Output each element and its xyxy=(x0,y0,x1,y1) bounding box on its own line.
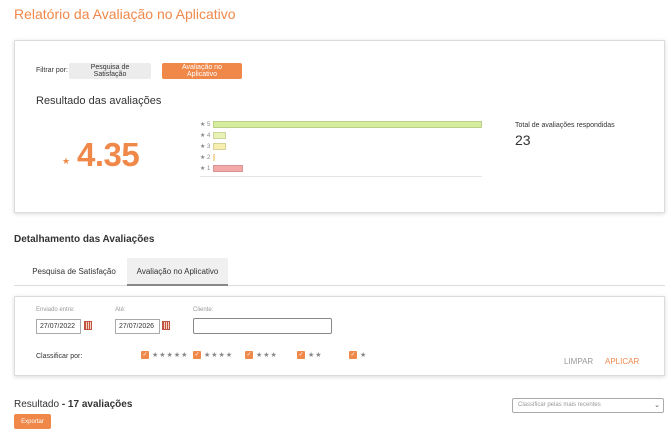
star-filter-4[interactable]: ✓ ★★★★ xyxy=(193,351,233,359)
filter-app-rating-button[interactable]: Avaliação no Aplicativo xyxy=(162,63,242,79)
rating-distribution: ★ 5 ★ 4 ★ 3 ★ 2 ★ 1 xyxy=(200,119,482,177)
distribution-row: ★ 4 xyxy=(200,130,226,141)
stars-1: ★ xyxy=(360,352,368,359)
distribution-bar xyxy=(213,132,226,139)
sort-select[interactable]: Classificar pelas mais recentes ⌄ xyxy=(512,398,664,413)
results-count: Resultado - 17 avaliações xyxy=(14,399,132,410)
calendar-icon[interactable] xyxy=(84,321,92,330)
client-label: Cliente: xyxy=(193,307,214,313)
checkbox-icon[interactable]: ✓ xyxy=(193,351,201,359)
chevron-down-icon: ⌄ xyxy=(654,402,660,409)
until-label: Até: xyxy=(115,307,126,313)
apply-button[interactable]: APLICAR xyxy=(605,357,639,366)
distribution-label: ★ 5 xyxy=(200,122,211,128)
sort-select-value: Classificar pelas mais recentes xyxy=(518,402,601,408)
details-title: Detalhamento das Avaliações xyxy=(14,234,155,245)
star-filter-1[interactable]: ✓ ★ xyxy=(349,351,367,359)
sort-by-label: Classificar por: xyxy=(36,353,83,360)
distribution-label: ★ 4 xyxy=(200,133,211,139)
average-rating: 4.35 xyxy=(77,136,140,173)
page-title: Relatório da Avaliação no Aplicativo xyxy=(14,6,236,22)
results-title: Resultado das avaliações xyxy=(36,95,162,107)
stars-5: ★★★★★ xyxy=(152,352,189,359)
distribution-bar xyxy=(213,165,243,172)
date-to-input[interactable] xyxy=(115,319,160,334)
tab-satisfaction[interactable]: Pesquisa de Satisfação xyxy=(22,258,126,286)
stars-2: ★★ xyxy=(308,352,323,359)
summary-card: Filtrar por: Pesquisa de Satisfação Aval… xyxy=(14,40,665,213)
distribution-label: ★ 1 xyxy=(200,166,211,172)
distribution-row: ★ 1 xyxy=(200,163,243,174)
star-filter-3[interactable]: ✓ ★★★ xyxy=(245,351,278,359)
date-from-input[interactable] xyxy=(36,319,81,334)
results-prefix: Resultado xyxy=(14,399,60,410)
checkbox-icon[interactable]: ✓ xyxy=(349,351,357,359)
distribution-bar xyxy=(213,154,215,161)
export-button[interactable]: Exportar xyxy=(14,414,51,429)
client-input[interactable] xyxy=(193,318,332,334)
stars-4: ★★★★ xyxy=(204,352,234,359)
calendar-icon[interactable] xyxy=(162,321,170,330)
distribution-label: ★ 2 xyxy=(200,155,211,161)
star-filter-2[interactable]: ✓ ★★ xyxy=(297,351,323,359)
total-label: Total de avaliações respondidas xyxy=(515,122,615,129)
total-value: 23 xyxy=(515,132,531,148)
distribution-bar xyxy=(213,143,226,150)
tab-app-rating[interactable]: Avaliação no Aplicativo xyxy=(127,258,228,286)
star-icon: ★ xyxy=(62,156,71,166)
distribution-row: ★ 5 xyxy=(200,119,482,130)
distribution-row: ★ 2 xyxy=(200,152,215,163)
details-tabs: Pesquisa de Satisfação Avaliação no Apli… xyxy=(14,258,665,286)
distribution-row: ★ 3 xyxy=(200,141,226,152)
distribution-label: ★ 3 xyxy=(200,144,211,150)
star-filter-5[interactable]: ✓ ★★★★★ xyxy=(141,351,188,359)
checkbox-icon[interactable]: ✓ xyxy=(245,351,253,359)
filter-satisfaction-button[interactable]: Pesquisa de Satisfação xyxy=(69,63,151,79)
filter-label: Filtrar por: xyxy=(36,67,68,74)
results-count-text: - 17 avaliações xyxy=(61,399,133,410)
stars-3: ★★★ xyxy=(256,352,278,359)
checkbox-icon[interactable]: ✓ xyxy=(141,351,149,359)
checkbox-icon[interactable]: ✓ xyxy=(297,351,305,359)
distribution-bar xyxy=(213,121,482,128)
clear-button[interactable]: LIMPAR xyxy=(564,357,593,366)
sent-between-label: Enviado entre: xyxy=(36,307,75,313)
filter-panel: Enviado entre: Até: Cliente: Classificar… xyxy=(14,296,665,376)
